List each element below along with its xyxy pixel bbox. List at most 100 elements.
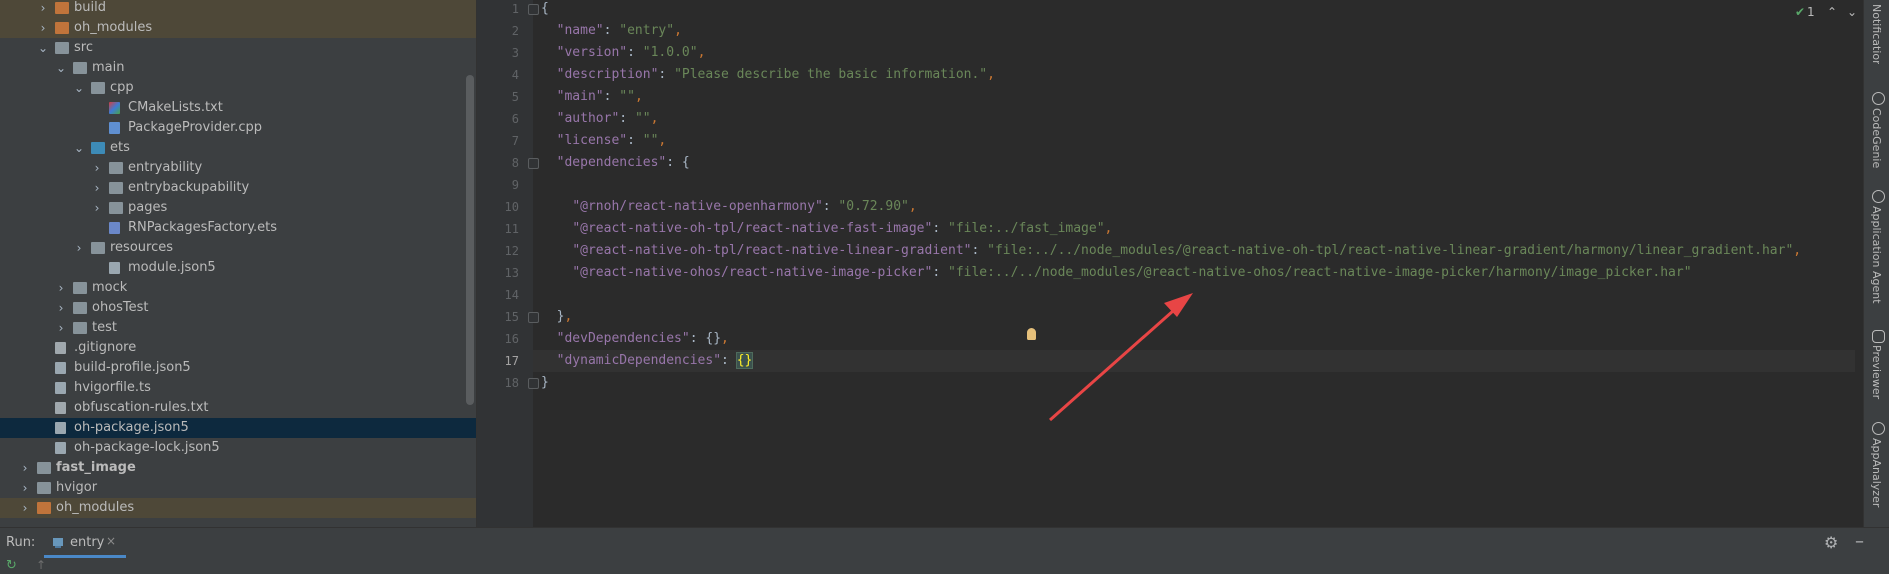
fold-marker-icon[interactable] bbox=[528, 378, 539, 389]
tree-item[interactable]: › test bbox=[0, 318, 476, 338]
tree-scrollbar[interactable] bbox=[466, 75, 474, 405]
editor-scrollbar[interactable] bbox=[1855, 0, 1863, 527]
tree-item[interactable]: module.json5 bbox=[0, 258, 476, 278]
tab-codegenie[interactable]: CodeGenie bbox=[1870, 108, 1883, 168]
tab-notifications[interactable]: Notifications bbox=[1870, 4, 1883, 64]
appanalyzer-icon bbox=[1872, 422, 1885, 435]
tree-item[interactable]: › hvigor bbox=[0, 478, 476, 498]
chevron-right-icon[interactable]: › bbox=[90, 178, 104, 198]
chevron-right-icon[interactable]: › bbox=[54, 318, 68, 338]
tree-item[interactable]: › ohosTest bbox=[0, 298, 476, 318]
chevron-right-icon[interactable]: › bbox=[72, 238, 86, 258]
tree-item-label: build bbox=[74, 0, 106, 15]
tree-item-label: entrybackupability bbox=[128, 180, 250, 195]
tree-item[interactable]: › pages bbox=[0, 198, 476, 218]
tree-item-label: src bbox=[74, 40, 93, 55]
folder-icon bbox=[73, 62, 87, 74]
fold-marker-icon[interactable] bbox=[528, 312, 539, 323]
tree-item[interactable]: .gitignore bbox=[0, 338, 476, 358]
line-number: 6 bbox=[511, 112, 519, 126]
folder-icon bbox=[73, 302, 87, 314]
folder-icon bbox=[109, 162, 123, 174]
folder-icon bbox=[37, 482, 51, 494]
folder-icon bbox=[55, 42, 69, 54]
chevron-right-icon[interactable]: › bbox=[54, 298, 68, 318]
chevron-up-icon[interactable]: ⌃ bbox=[1827, 5, 1837, 19]
folder-icon bbox=[73, 282, 87, 294]
tree-item[interactable]: build-profile.json5 bbox=[0, 358, 476, 378]
lightbulb-icon[interactable] bbox=[1027, 328, 1036, 340]
code-line: "@rnoh/react-native-openharmony": "0.72.… bbox=[572, 199, 917, 214]
tab-previewer[interactable]: Previewer bbox=[1870, 345, 1883, 399]
tree-item[interactable]: › oh_modules bbox=[0, 18, 476, 38]
tree-item[interactable]: oh-package.json5 bbox=[0, 418, 476, 438]
tree-item[interactable]: RNPackagesFactory.ets bbox=[0, 218, 476, 238]
tree-item[interactable]: › resources bbox=[0, 238, 476, 258]
tree-item[interactable]: ⌄ main bbox=[0, 58, 476, 78]
line-number: 14 bbox=[504, 288, 519, 302]
check-icon[interactable]: ✔ bbox=[1795, 5, 1805, 19]
fold-marker-icon[interactable] bbox=[528, 4, 539, 15]
json-file-icon bbox=[55, 422, 66, 434]
tree-item[interactable]: ⌄ ets bbox=[0, 138, 476, 158]
tree-item[interactable]: › oh_modules bbox=[0, 498, 476, 518]
inspection-count[interactable]: 1 bbox=[1807, 5, 1815, 19]
folder-icon bbox=[109, 182, 123, 194]
tree-item-label: entryability bbox=[128, 160, 203, 175]
chevron-right-icon[interactable]: › bbox=[18, 478, 32, 498]
chevron-down-icon[interactable]: ⌄ bbox=[72, 78, 86, 98]
line-number: 12 bbox=[504, 244, 519, 258]
tab-appanalyzer[interactable]: AppAnalyzer bbox=[1870, 438, 1883, 507]
line-number: 18 bbox=[504, 376, 519, 390]
code-line: "@react-native-oh-tpl/react-native-linea… bbox=[572, 243, 1802, 258]
folder-icon bbox=[109, 202, 123, 214]
chevron-right-icon[interactable]: › bbox=[54, 278, 68, 298]
tree-item[interactable]: CMakeLists.txt bbox=[0, 98, 476, 118]
json-file-icon bbox=[55, 362, 66, 374]
close-icon[interactable]: × bbox=[106, 534, 116, 548]
chevron-right-icon[interactable]: › bbox=[18, 458, 32, 478]
chevron-right-icon[interactable]: › bbox=[90, 198, 104, 218]
chevron-right-icon[interactable]: › bbox=[36, 0, 50, 18]
tree-item-label: test bbox=[92, 320, 117, 335]
gear-icon[interactable]: ⚙ bbox=[1824, 533, 1838, 552]
code-editor[interactable]: 1 2 3 4 5 6 7 8 9 10 11 12 13 14 15 16 17 18 { "name": "e… bbox=[477, 0, 1857, 527]
tree-item[interactable]: ⌄ src bbox=[0, 38, 476, 58]
rerun-icon[interactable]: ↻ bbox=[6, 558, 17, 573]
tree-item-label: fast_image bbox=[56, 460, 136, 475]
tree-item[interactable]: ⌄ cpp bbox=[0, 78, 476, 98]
code-line: "devDependencies": {}, bbox=[556, 331, 729, 346]
tree-item[interactable]: hvigorfile.ts bbox=[0, 378, 476, 398]
chevron-down-icon[interactable]: ⌄ bbox=[36, 38, 50, 58]
tree-item-label: module.json5 bbox=[128, 260, 216, 275]
chevron-down-icon[interactable]: ⌄ bbox=[72, 138, 86, 158]
chevron-right-icon[interactable]: › bbox=[90, 158, 104, 178]
arrow-up-icon[interactable]: ↑ bbox=[36, 558, 46, 572]
tree-item-label: ohosTest bbox=[92, 300, 149, 315]
run-tab-entry[interactable]: entry × bbox=[44, 528, 126, 558]
chevron-down-icon[interactable]: ⌄ bbox=[54, 58, 68, 78]
tree-item[interactable]: oh-package-lock.json5 bbox=[0, 438, 476, 458]
json-file-icon bbox=[109, 262, 120, 274]
application-agent-icon bbox=[1872, 190, 1885, 203]
tree-item[interactable]: › build bbox=[0, 0, 476, 18]
tab-application-agent[interactable]: Application Agent bbox=[1870, 206, 1883, 304]
tree-item-label: oh-package-lock.json5 bbox=[74, 440, 220, 455]
run-label: Run: bbox=[6, 535, 36, 550]
code-line: "main": "", bbox=[556, 89, 643, 104]
tree-item[interactable]: obfuscation-rules.txt bbox=[0, 398, 476, 418]
cmake-file-icon bbox=[109, 102, 120, 114]
chevron-right-icon[interactable]: › bbox=[18, 498, 32, 518]
tree-item[interactable]: › entryability bbox=[0, 158, 476, 178]
minus-icon[interactable]: – bbox=[1855, 531, 1864, 552]
tree-item[interactable]: › mock bbox=[0, 278, 476, 298]
chevron-right-icon[interactable]: › bbox=[36, 18, 50, 38]
line-number: 1 bbox=[511, 2, 519, 16]
module-folder-icon bbox=[37, 462, 51, 474]
fold-marker-icon[interactable] bbox=[528, 158, 539, 169]
code-line: "description": "Please describe the basi… bbox=[556, 67, 995, 82]
tree-item[interactable]: PackageProvider.cpp bbox=[0, 118, 476, 138]
tree-item[interactable]: › entrybackupability bbox=[0, 178, 476, 198]
tree-item[interactable]: › fast_image bbox=[0, 458, 476, 478]
code-line: "@react-native-ohos/react-native-image-p… bbox=[572, 265, 1692, 280]
